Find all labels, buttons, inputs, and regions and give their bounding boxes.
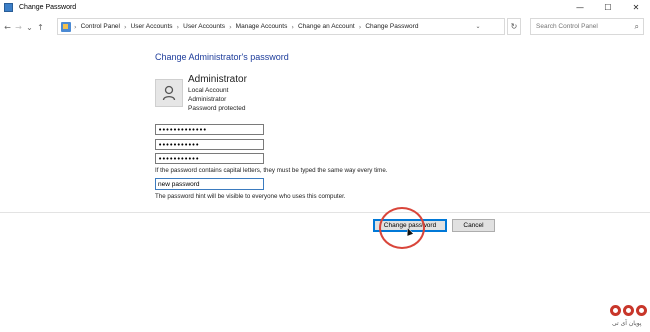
window-title: Change Password: [19, 3, 77, 11]
breadcrumb-user-accounts-sub[interactable]: User Accounts: [183, 23, 225, 30]
account-password-status: Password protected: [188, 105, 246, 112]
window-controls: — ☐ ✕: [566, 0, 650, 14]
logo-ring-icon: [610, 305, 621, 316]
breadcrumb-separator-icon: ›: [74, 22, 77, 31]
breadcrumb-manage-accounts[interactable]: Manage Accounts: [236, 23, 288, 30]
watermark-text: پویان آی تی: [612, 320, 642, 327]
new-password-field[interactable]: [155, 139, 264, 150]
hint-visibility-note: The password hint will be visible to eve…: [155, 193, 346, 200]
minimize-button[interactable]: —: [566, 0, 594, 14]
logo-ring-icon: [623, 305, 634, 316]
search-box[interactable]: ⌕: [530, 18, 644, 35]
search-icon[interactable]: ⌕: [635, 22, 639, 32]
user-icon: [162, 85, 176, 101]
breadcrumb-user-accounts[interactable]: User Accounts: [131, 23, 173, 30]
control-panel-icon: [61, 21, 71, 32]
breadcrumb-separator-icon: ›: [358, 22, 362, 31]
refresh-icon[interactable]: ↻: [507, 18, 521, 35]
breadcrumb-change-password[interactable]: Change Password: [365, 23, 418, 30]
avatar: [155, 79, 183, 107]
breadcrumb-control-panel[interactable]: Control Panel: [81, 23, 120, 30]
caps-lock-note: If the password contains capital letters…: [155, 167, 388, 174]
address-bar[interactable]: › Control Panel › User Accounts › User A…: [57, 18, 505, 35]
back-arrow-icon[interactable]: ←: [2, 19, 13, 35]
address-dropdown-chevron-icon[interactable]: ⌄: [472, 19, 484, 34]
breadcrumb-separator-icon: ›: [124, 22, 127, 31]
up-arrow-icon[interactable]: ↑: [35, 19, 46, 35]
title-bar: Change Password — ☐ ✕: [0, 0, 650, 14]
navigation-bar: ← → ⌄ ↑ › Control Panel › User Accounts …: [0, 17, 650, 37]
page-title: Change Administrator's password: [155, 52, 289, 62]
control-panel-app-icon: [4, 2, 13, 12]
watermark-logo: [610, 305, 647, 316]
breadcrumb-change-an-account[interactable]: Change an Account: [298, 23, 355, 30]
breadcrumb-separator-icon: ›: [229, 22, 232, 31]
close-button[interactable]: ✕: [622, 0, 650, 14]
divider: [0, 212, 650, 213]
recent-locations-chevron-icon[interactable]: ⌄: [24, 19, 35, 35]
forward-arrow-icon[interactable]: →: [13, 19, 24, 35]
maximize-button[interactable]: ☐: [594, 0, 622, 14]
logo-ring-icon: [636, 305, 647, 316]
search-input[interactable]: [531, 23, 627, 30]
current-password-field[interactable]: [155, 124, 264, 135]
password-hint-field[interactable]: [155, 178, 264, 190]
account-name: Administrator: [188, 74, 247, 85]
account-group: Administrator: [188, 96, 227, 103]
breadcrumb-separator-icon: ›: [176, 22, 180, 31]
highlight-annotation-circle: [379, 207, 425, 249]
confirm-password-field[interactable]: [155, 153, 264, 164]
breadcrumb-separator-icon: ›: [291, 22, 294, 31]
cancel-button[interactable]: Cancel: [452, 219, 495, 232]
account-type: Local Account: [188, 87, 229, 94]
